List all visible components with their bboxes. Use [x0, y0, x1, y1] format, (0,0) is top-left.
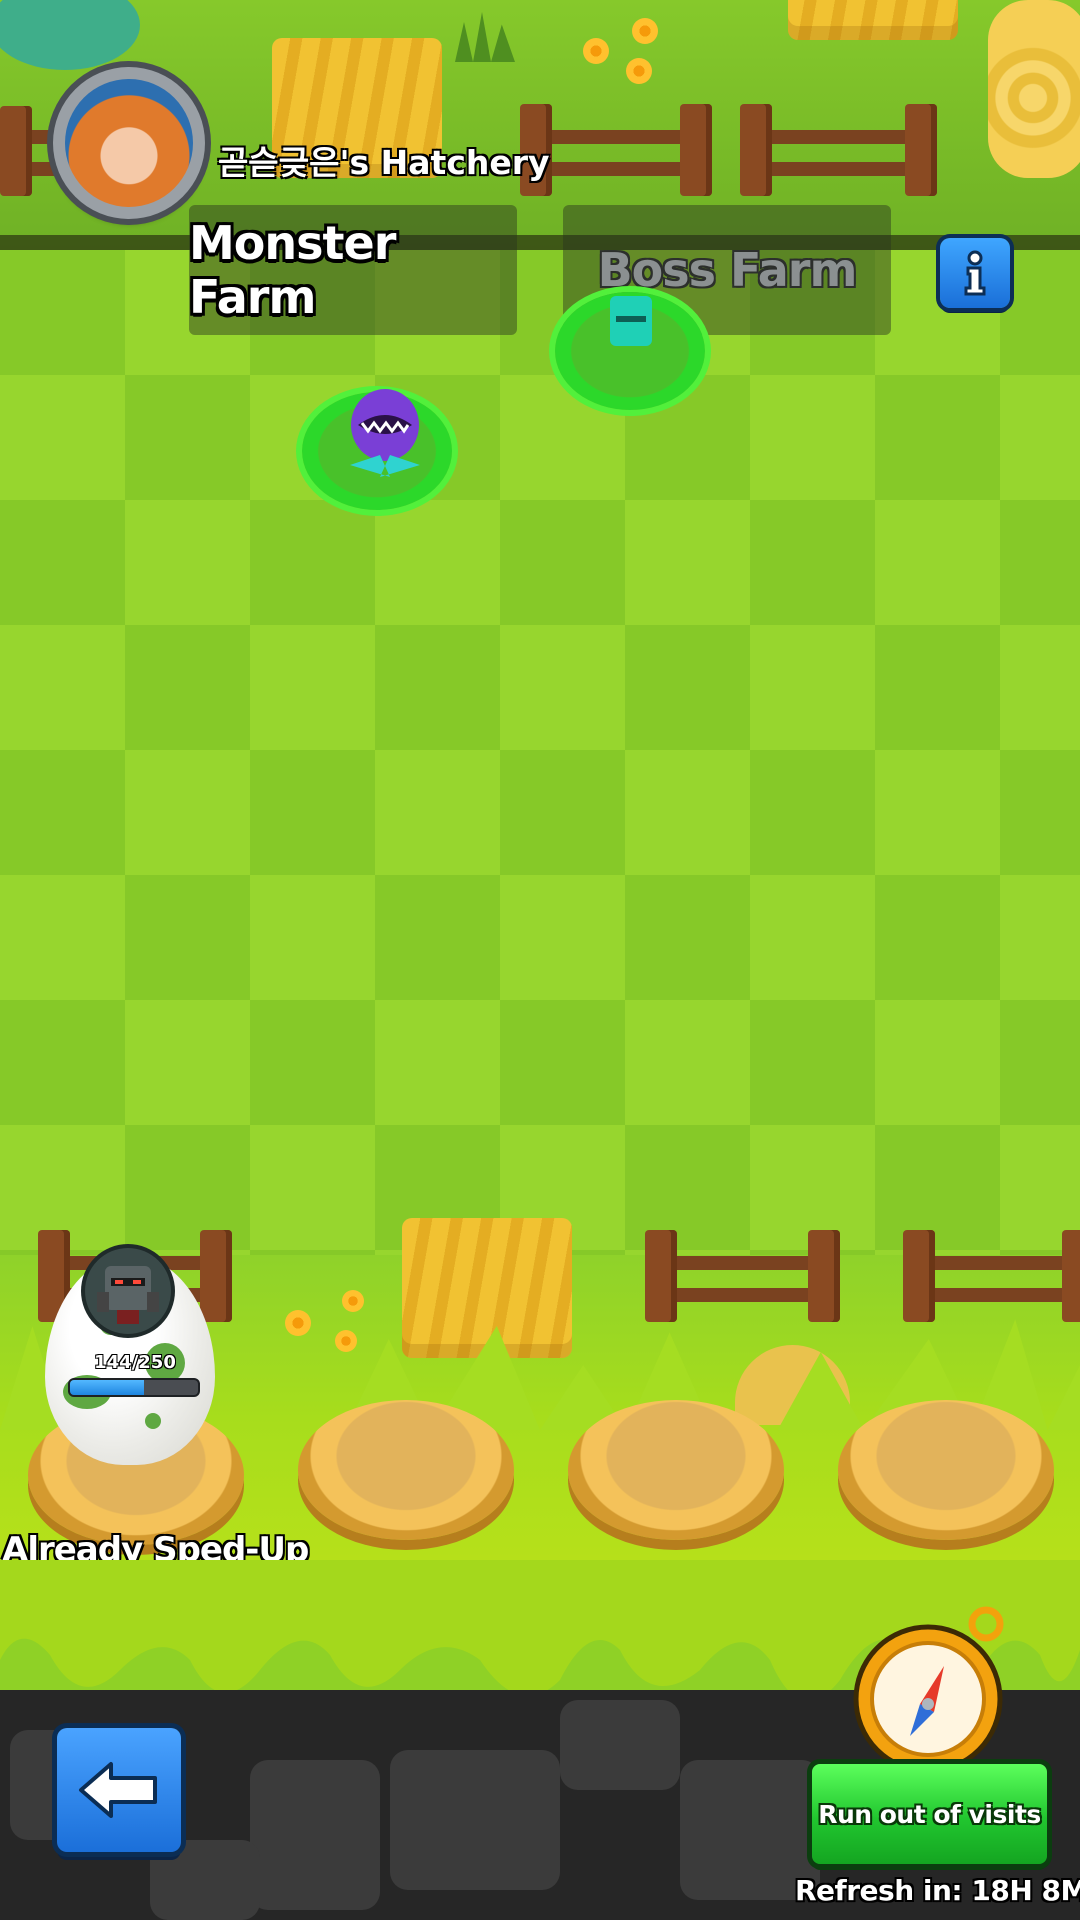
hay-bale: [402, 1218, 572, 1358]
egg-progress-bar: [70, 1380, 198, 1395]
player-avatar[interactable]: [53, 67, 205, 219]
arrow-left-icon: [79, 1762, 157, 1818]
run-out-of-visits-button[interactable]: Run out of visits: [812, 1764, 1047, 1864]
tab-monster-farm[interactable]: Monster Farm: [189, 205, 517, 335]
flower: [632, 18, 658, 44]
nest-slot[interactable]: [298, 1400, 514, 1540]
game-scene: 곧슫긎은's Hatchery Monster Farm Boss Farm 1…: [0, 0, 1080, 1920]
flower: [285, 1310, 311, 1336]
top-field-edge: [0, 235, 1080, 251]
tab-monster-farm-label: Monster Farm: [189, 216, 396, 324]
compass-icon: [848, 1604, 1008, 1774]
teal-block-monster-icon[interactable]: [606, 290, 656, 350]
farm-field: [0, 250, 1080, 1255]
visit-button-label: Run out of visits: [818, 1799, 1041, 1829]
info-button[interactable]: [940, 238, 1010, 308]
nest-slot[interactable]: [568, 1400, 784, 1540]
flower: [626, 58, 652, 84]
nest-icon: [838, 1400, 1054, 1540]
boss-golem-icon: [85, 1248, 171, 1334]
hooded-hero-avatar-icon: [65, 79, 193, 207]
refresh-timer: Refresh in: 18H 8M: [795, 1874, 1080, 1907]
back-button[interactable]: [57, 1728, 181, 1852]
purple-chomper-monster-icon[interactable]: [340, 385, 430, 480]
hay-bale: [788, 0, 958, 40]
flower: [342, 1290, 364, 1312]
tab-boss-farm-label: Boss Farm: [597, 243, 858, 297]
egg-progress-text: 144/250: [94, 1352, 176, 1373]
info-icon: [964, 250, 986, 296]
egg-progress-fill: [70, 1380, 144, 1395]
nest-icon: [568, 1400, 784, 1540]
nest-slot[interactable]: [838, 1400, 1054, 1540]
flower: [583, 38, 609, 64]
nest-icon: [298, 1400, 514, 1540]
hatchery-title: 곧슫긎은's Hatchery: [218, 143, 550, 182]
flower: [335, 1330, 357, 1352]
